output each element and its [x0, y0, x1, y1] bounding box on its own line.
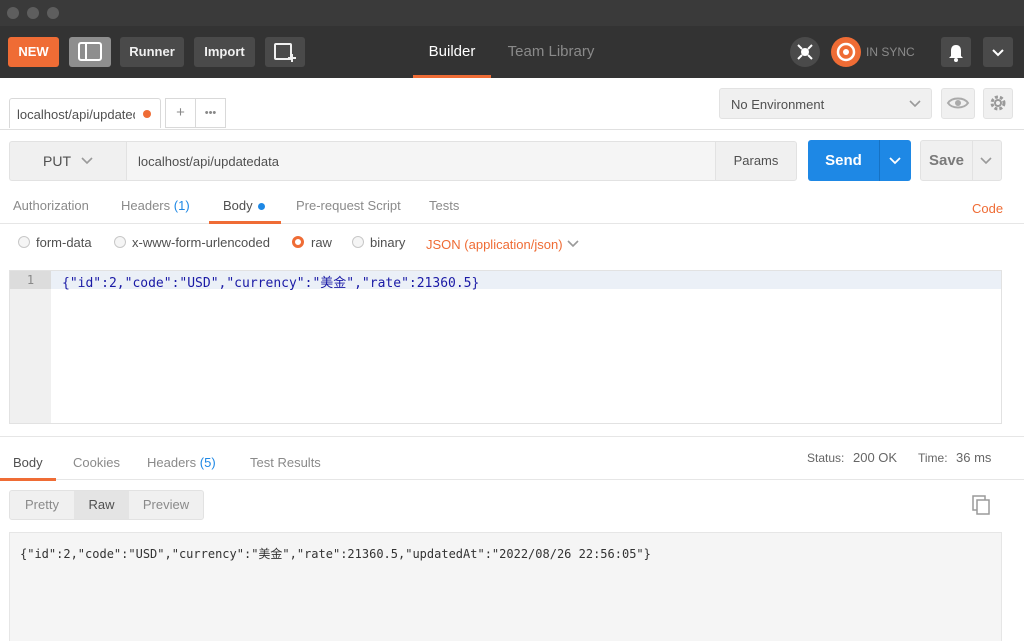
toggle-sidebar-button[interactable]: [69, 37, 111, 67]
time-label: Time:: [918, 451, 948, 465]
response-tab-cookies[interactable]: Cookies: [73, 455, 120, 470]
radio-urlencoded[interactable]: [114, 236, 126, 248]
body-type-options: form-data x-www-form-urlencoded raw bina…: [0, 224, 1024, 262]
sidebar-icon: [78, 42, 102, 61]
method-label: PUT: [43, 153, 71, 169]
new-button[interactable]: NEW: [8, 37, 59, 67]
more-tabs-button[interactable]: •••: [195, 98, 226, 128]
import-button[interactable]: Import: [194, 37, 255, 67]
request-tab-label: localhost/api/updatedata: [17, 107, 135, 122]
window-titlebar: [0, 0, 1024, 26]
tab-headers-label: Headers: [121, 198, 171, 213]
form-data-label: form-data: [36, 235, 92, 250]
response-tab-body[interactable]: Body: [13, 455, 43, 470]
request-sub-tabs: Authorization Headers (1) Body Pre-reque…: [0, 190, 1024, 224]
response-view-toggle: Pretty Raw Preview: [9, 490, 204, 520]
response-tab-headers[interactable]: Headers (5): [147, 455, 216, 470]
send-button[interactable]: Send: [808, 140, 911, 181]
editor-gutter: [10, 271, 51, 423]
url-input[interactable]: localhost/api/updatedata: [126, 141, 716, 181]
save-divider: [972, 141, 973, 180]
gear-icon: [990, 95, 1006, 111]
send-divider: [879, 140, 880, 181]
response-headers-label: Headers: [147, 455, 197, 470]
new-window-icon: [274, 43, 296, 62]
sync-button[interactable]: [831, 37, 861, 67]
runner-button[interactable]: Runner: [120, 37, 184, 67]
sync-status: IN SYNC: [866, 45, 915, 59]
sync-icon: [836, 42, 856, 62]
response-active-underline: [0, 478, 56, 481]
close-window-button[interactable]: [7, 7, 19, 19]
interceptor-button[interactable]: [790, 37, 820, 67]
chevron-down-icon: [909, 100, 921, 108]
environment-quick-look-button[interactable]: [941, 88, 975, 119]
method-select[interactable]: PUT: [9, 141, 126, 181]
save-label: Save: [928, 152, 965, 169]
tab-team-library[interactable]: Team Library: [499, 26, 603, 78]
satellite-icon: [797, 44, 813, 60]
zoom-window-button[interactable]: [47, 7, 59, 19]
editor-line[interactable]: {"id":2,"code":"USD","currency":"美金","ra…: [62, 272, 479, 291]
notifications-button[interactable]: [941, 37, 971, 67]
params-button[interactable]: Params: [715, 141, 797, 181]
response-tab-test-results[interactable]: Test Results: [250, 455, 321, 470]
app-header: NEW Runner Import Builder Team Library I…: [0, 26, 1024, 78]
response-body-text: {"id":2,"code":"USD","currency":"美金","ra…: [20, 547, 651, 561]
chevron-down-icon: [992, 49, 1004, 57]
environment-selected: No Environment: [731, 97, 825, 112]
body-indicator: [258, 203, 265, 210]
response-body: {"id":2,"code":"USD","currency":"美金","ra…: [9, 532, 1002, 641]
chevron-down-icon[interactable]: [566, 238, 580, 250]
response-tabs: Body Cookies Headers (5) Test Results St…: [0, 436, 1024, 481]
bell-icon: [949, 45, 963, 62]
add-tab-button[interactable]: +: [165, 98, 196, 128]
radio-raw[interactable]: [292, 236, 304, 248]
save-button[interactable]: Save: [920, 140, 1002, 181]
headers-count: (1): [173, 198, 190, 213]
tab-authorization[interactable]: Authorization: [13, 198, 89, 213]
radio-binary[interactable]: [352, 236, 364, 248]
environment-select[interactable]: No Environment: [719, 88, 932, 119]
tab-tests[interactable]: Tests: [429, 198, 459, 213]
tab-body[interactable]: Body: [223, 198, 253, 213]
urlencoded-label: x-www-form-urlencoded: [132, 235, 270, 250]
minimize-window-button[interactable]: [27, 7, 39, 19]
status-label: Status:: [807, 451, 845, 465]
line-number: 1: [10, 271, 51, 289]
request-body-editor[interactable]: 1 {"id":2,"code":"USD","currency":"美金","…: [9, 270, 1002, 424]
user-menu-button[interactable]: [983, 37, 1013, 67]
request-tab-strip: localhost/api/updatedata + ••• No Enviro…: [0, 78, 1024, 130]
copy-icon[interactable]: [970, 494, 992, 516]
code-link[interactable]: Code: [972, 201, 1003, 216]
url-text: localhost/api/updatedata: [138, 154, 279, 169]
status-value: 200 OK: [853, 450, 898, 465]
response-headers-count: (5): [199, 455, 216, 470]
view-preview[interactable]: Preview: [129, 491, 203, 519]
manage-environments-button[interactable]: [983, 88, 1013, 119]
view-raw[interactable]: Raw: [74, 491, 129, 519]
send-label: Send: [825, 152, 862, 169]
new-window-button[interactable]: [265, 37, 305, 67]
raw-label: raw: [311, 235, 332, 250]
tab-headers[interactable]: Headers (1): [121, 198, 190, 213]
unsaved-indicator: [143, 110, 151, 118]
chevron-down-icon[interactable]: [886, 154, 904, 168]
time-value: 36 ms: [956, 450, 992, 465]
radio-form-data[interactable]: [18, 236, 30, 248]
binary-label: binary: [370, 235, 406, 250]
content-type-select[interactable]: JSON (application/json): [426, 237, 563, 252]
view-pretty[interactable]: Pretty: [10, 491, 74, 519]
chevron-down-icon[interactable]: [977, 154, 995, 168]
tab-builder[interactable]: Builder: [413, 26, 491, 78]
eye-icon: [946, 97, 970, 109]
chevron-down-icon: [81, 157, 93, 165]
request-tab[interactable]: localhost/api/updatedata: [9, 98, 161, 128]
tab-pre-request-script[interactable]: Pre-request Script: [296, 198, 401, 213]
